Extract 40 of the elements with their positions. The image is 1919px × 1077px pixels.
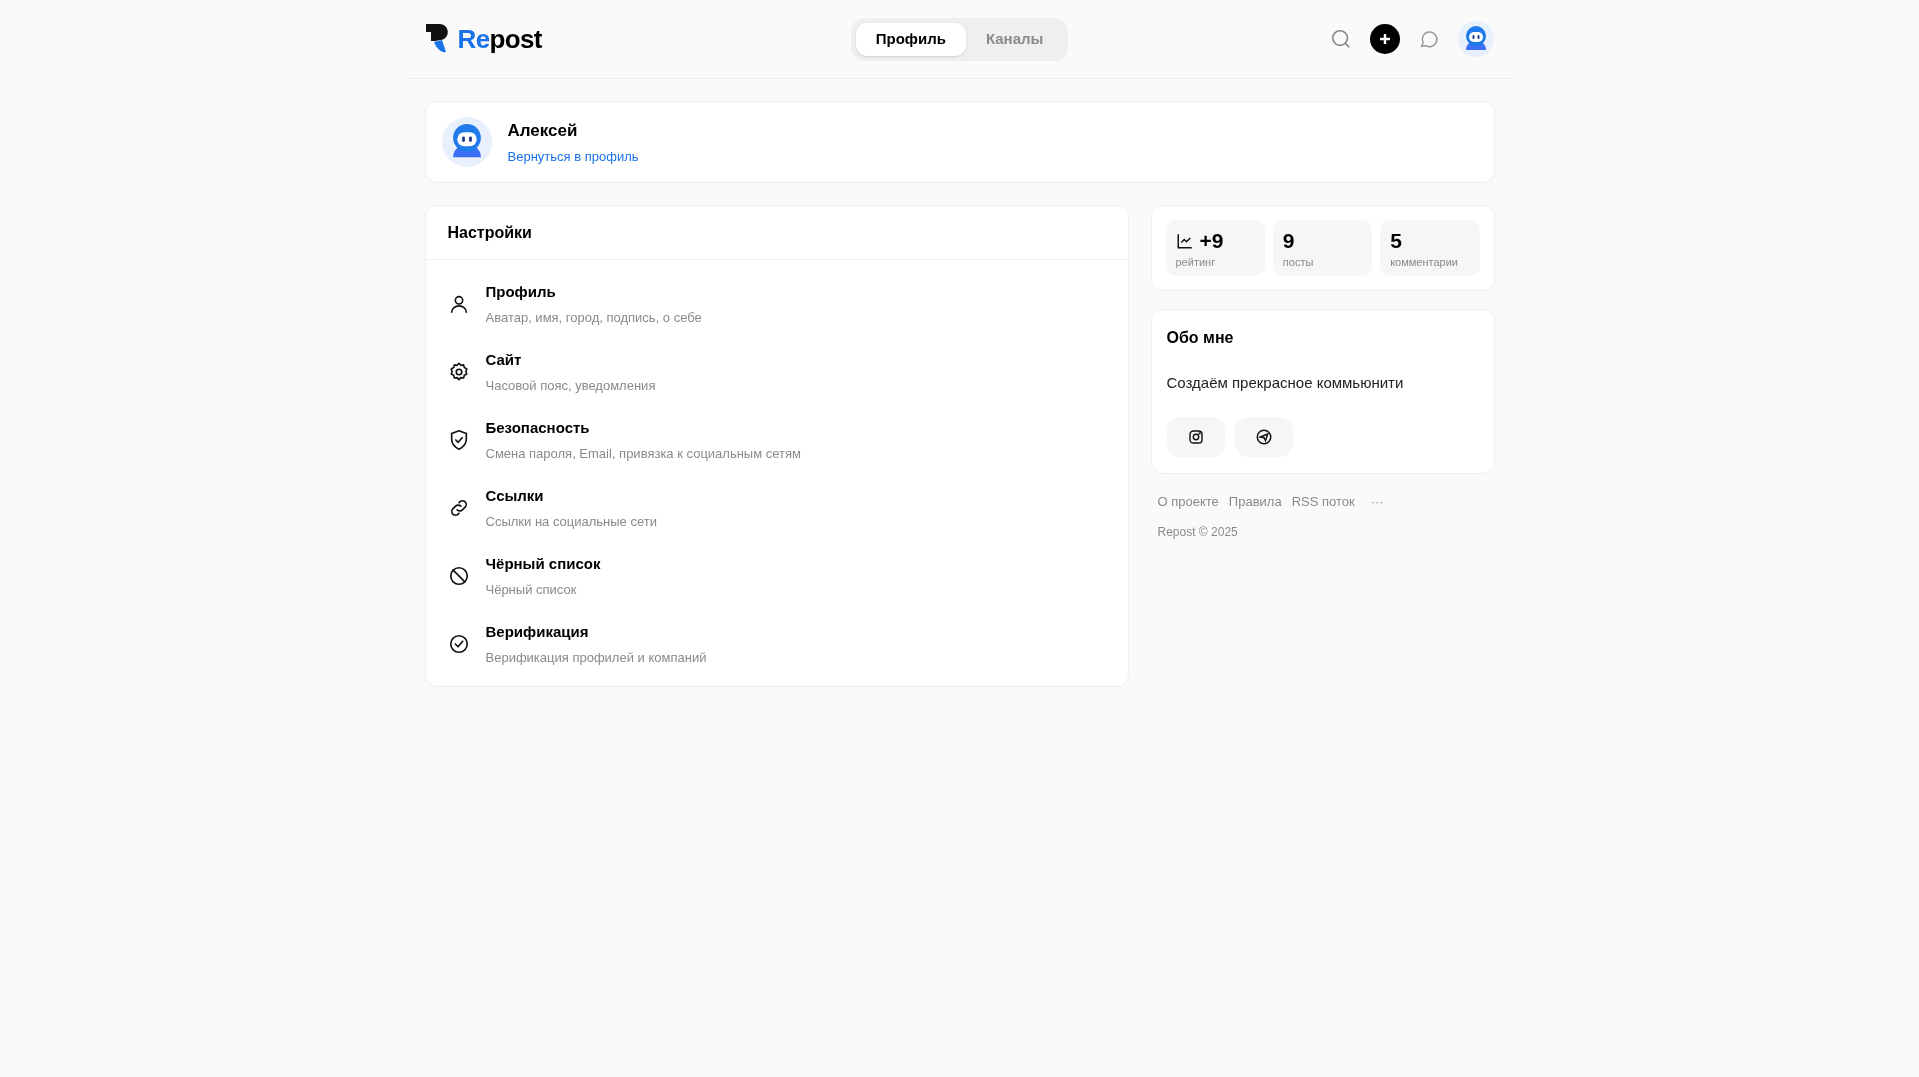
avatar-icon[interactable] (1457, 21, 1494, 57)
stat-label: рейтинг (1175, 255, 1217, 270)
paper-plane-icon (1254, 427, 1273, 446)
copyright-text: Repost © 2025 (1157, 524, 1239, 541)
avatar-icon (441, 117, 492, 167)
settings-item-description: Ссылки на социальные сети (485, 512, 657, 531)
stat-value: 5 (1390, 228, 1402, 254)
settings-item-title[interactable]: Безопасность (485, 417, 801, 440)
search-icon[interactable] (1329, 28, 1352, 50)
social-link-button[interactable] (1166, 416, 1225, 457)
settings-item-description: Чёрный список (485, 580, 578, 599)
settings-item-title[interactable]: Профиль (485, 281, 702, 304)
settings-item-title[interactable]: Ссылки (485, 485, 657, 508)
back-to-profile-link[interactable]: Вернуться в профиль (507, 146, 639, 166)
ban-icon (447, 565, 470, 587)
settings-item-title[interactable]: Чёрный список (485, 553, 601, 576)
stat-label: посты (1282, 255, 1315, 270)
instagram-icon (1186, 427, 1205, 446)
settings-item-description: Смена пароля, Email, привязка к социальным сетям (485, 444, 801, 463)
settings-title: Настройки (425, 206, 1128, 260)
settings-item-title[interactable]: Сайт (485, 349, 656, 372)
settings-item-description: Верификация профилей и компаний (485, 648, 707, 667)
nav-tab[interactable]: Профиль (855, 22, 966, 56)
check-circle-icon (447, 633, 470, 655)
logo-icon (425, 24, 450, 54)
profile-name: Алексей (507, 120, 579, 142)
stat-label: комментарии (1390, 255, 1459, 270)
about-title: Обо мне (1166, 328, 1235, 348)
settings-item-title[interactable]: Верификация (485, 621, 707, 644)
footer-link[interactable]: О проекте (1157, 491, 1219, 511)
stat-value: 9 (1282, 228, 1295, 254)
social-link-button[interactable] (1234, 416, 1293, 457)
settings-icon (447, 361, 470, 383)
settings-item-description: Аватар, имя, город, подпись, о себе (485, 308, 702, 327)
add-button[interactable] (1369, 24, 1400, 54)
logo-text[interactable]: Repost (457, 19, 542, 59)
plus-icon (1377, 32, 1392, 46)
stat-value: +9 (1199, 228, 1224, 254)
settings-item-description: Часовой пояс, уведомления (485, 376, 656, 395)
about-text: Создаём прекрасное коммьюнити (1166, 373, 1405, 393)
